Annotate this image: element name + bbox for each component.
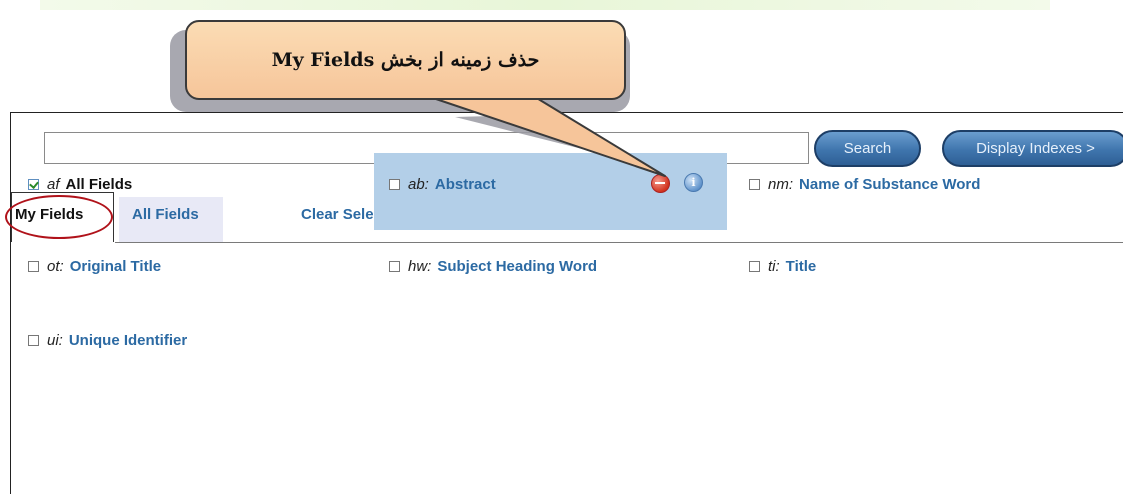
callout-text: حذف زمینه از بخش My Fields <box>271 49 540 71</box>
callout-bubble: حذف زمینه از بخش My Fields <box>185 20 626 100</box>
